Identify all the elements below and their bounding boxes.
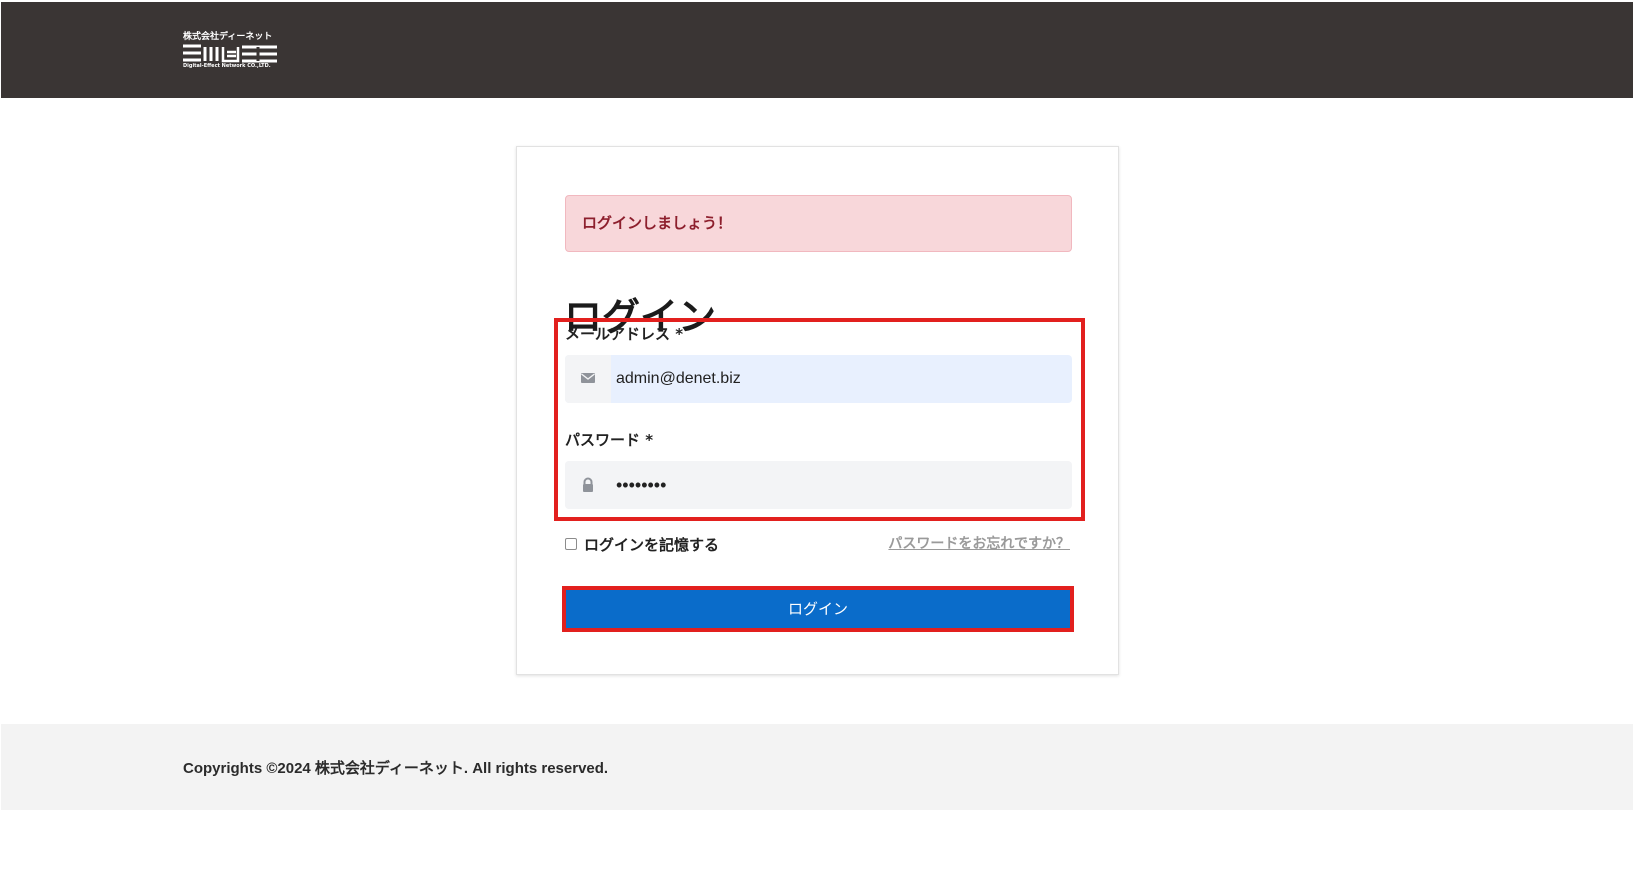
password-label: パスワード *: [565, 431, 654, 449]
email-field[interactable]: [565, 355, 1072, 403]
email-input[interactable]: [616, 355, 1056, 403]
mail-icon: [565, 355, 611, 403]
email-label: メールアドレス *: [565, 325, 684, 343]
remember-checkbox[interactable]: [565, 538, 577, 550]
logo-english-name: Digital-Effect Network CO.,LTD.: [183, 63, 271, 69]
password-input[interactable]: [616, 461, 1056, 509]
login-card: ログインしましょう！ ログイン メールアドレス * パスワード *: [516, 146, 1119, 675]
browser-page: 株式会社ディーネット Digital-Effect Network CO.,LT…: [1, 2, 1633, 888]
password-field[interactable]: [565, 461, 1072, 509]
login-button[interactable]: ログイン: [565, 588, 1071, 630]
logo-company-name: 株式会社ディーネット: [183, 32, 273, 42]
site-footer: Copyrights ©2024 株式会社ディーネット. All rights …: [1, 724, 1633, 810]
remember-label: ログインを記憶する: [584, 535, 720, 554]
login-alert: ログインしましょう！: [565, 195, 1072, 252]
forgot-password-link[interactable]: パスワードをお忘れですか？: [888, 533, 1070, 555]
logo-mark-icon: [183, 44, 277, 63]
site-header: 株式会社ディーネット Digital-Effect Network CO.,LT…: [1, 2, 1633, 98]
company-logo[interactable]: 株式会社ディーネット Digital-Effect Network CO.,LT…: [183, 32, 279, 72]
lock-icon: [565, 461, 611, 509]
remember-login[interactable]: ログインを記憶する: [565, 533, 719, 555]
copyright-text: Copyrights ©2024 株式会社ディーネット. All rights …: [183, 760, 609, 777]
